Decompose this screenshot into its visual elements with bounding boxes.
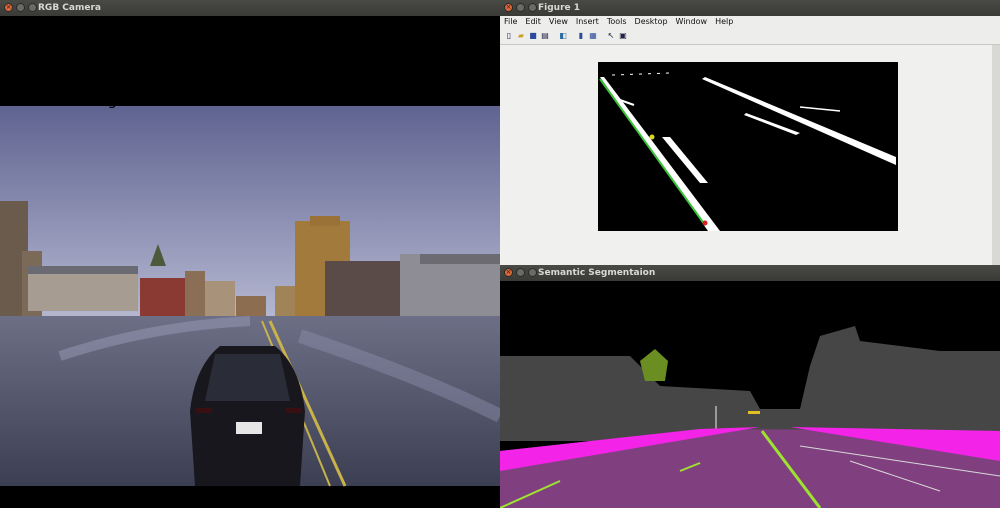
save-icon[interactable]: ■: [528, 31, 538, 41]
driving-scene-image: [0, 106, 500, 487]
minimize-icon[interactable]: [16, 3, 25, 12]
maximize-icon[interactable]: [528, 3, 537, 12]
figure-scrollbar[interactable]: [992, 45, 1000, 265]
rgb-camera-window[interactable]: × RGB Camera Carla Ros Bridge RGB Camera: [0, 0, 500, 508]
menu-window[interactable]: Window: [672, 16, 712, 28]
menu-tools[interactable]: Tools: [603, 16, 631, 28]
close-icon[interactable]: ×: [504, 3, 513, 12]
close-icon[interactable]: ×: [4, 3, 13, 12]
figure-menubar: File Edit View Insert Tools Desktop Wind…: [500, 16, 1000, 28]
menu-file[interactable]: File: [500, 16, 521, 28]
menu-view[interactable]: View: [545, 16, 572, 28]
segmentation-scene: [500, 281, 1000, 508]
menu-desktop[interactable]: Desktop: [631, 16, 672, 28]
maximize-icon[interactable]: [528, 268, 537, 277]
figure-titlebar[interactable]: × Figure 1: [500, 0, 1000, 16]
maximize-icon[interactable]: [28, 3, 37, 12]
rgb-camera-image: [0, 16, 500, 508]
menu-help[interactable]: Help: [711, 16, 737, 28]
window-title: RGB Camera: [38, 3, 101, 13]
pointer-icon[interactable]: ↖: [606, 31, 616, 41]
menu-edit[interactable]: Edit: [521, 16, 545, 28]
minimize-icon[interactable]: [516, 268, 525, 277]
lane-detection-plot: [598, 62, 898, 231]
menu-insert[interactable]: Insert: [572, 16, 603, 28]
segmentation-image: [500, 281, 1000, 508]
figure-canvas: [500, 45, 992, 265]
plot-tools-icon[interactable]: ▣: [618, 31, 628, 41]
rgb-camera-titlebar[interactable]: × RGB Camera: [0, 0, 500, 16]
window-title: Semantic Segmentaion: [538, 268, 656, 278]
legend-icon[interactable]: ▦: [588, 31, 598, 41]
print-icon[interactable]: ▤: [540, 31, 550, 41]
window-title: Figure 1: [538, 3, 581, 13]
colorbar-icon[interactable]: ▮: [576, 31, 586, 41]
minimize-icon[interactable]: [516, 3, 525, 12]
close-icon[interactable]: ×: [504, 268, 513, 277]
new-icon[interactable]: ▯: [504, 31, 514, 41]
figure-toolbar: ▯ ▰ ■ ▤ ◧ ▮ ▦ ↖ ▣: [500, 28, 1000, 45]
camera-overlay-label: Carla Ros Bridge RGB Camera: [2, 91, 228, 109]
figure-window[interactable]: × Figure 1 File Edit View Insert Tools D…: [500, 0, 1000, 265]
segmentation-window[interactable]: × Semantic Segmentaion: [500, 265, 1000, 508]
segmentation-titlebar[interactable]: × Semantic Segmentaion: [500, 265, 1000, 281]
zoom-icon[interactable]: ◧: [558, 31, 568, 41]
open-icon[interactable]: ▰: [516, 31, 526, 41]
